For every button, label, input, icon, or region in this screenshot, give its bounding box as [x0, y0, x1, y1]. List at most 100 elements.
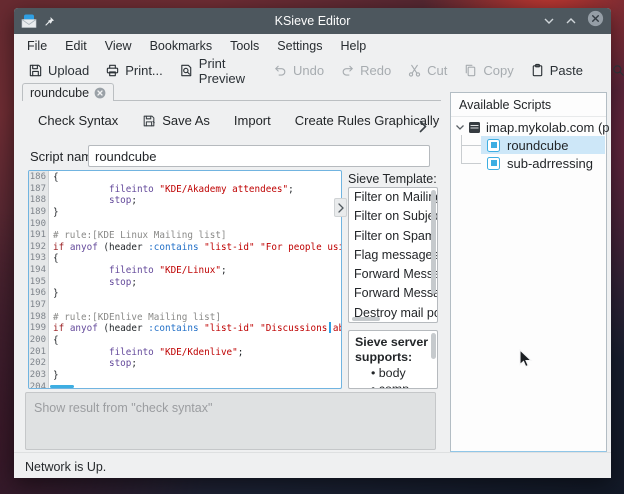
minimize-button[interactable]: [543, 12, 555, 30]
code-line: {: [53, 172, 341, 184]
code-segment: ;: [131, 277, 137, 288]
code-segment: # rule:[KDEnlive Mailing list]: [53, 312, 221, 323]
available-scripts-panel: Available Scripts imap.mykolab.com (pbro…: [450, 92, 607, 452]
script-toolbar: Check SyntaxSave AsImportCreate Rules Gr…: [28, 109, 449, 132]
tab-close-icon[interactable]: [94, 87, 106, 99]
redo-button: Redo: [332, 60, 399, 81]
template-item[interactable]: Filter on Mailing List: [349, 188, 437, 207]
code-line: # rule:[KDE Linux Mailing list]: [53, 230, 341, 242]
find-button[interactable]: Find...: [603, 60, 624, 81]
editor-horizontal-scrollbar[interactable]: [50, 385, 74, 388]
code-segment: }: [53, 370, 59, 381]
code-segment: }: [53, 207, 59, 218]
line-number: 204: [29, 382, 46, 389]
template-item[interactable]: Flag messages: [349, 246, 437, 265]
mouse-cursor: [519, 349, 533, 374]
sieve-template-list[interactable]: Filter on Mailing ListFilter on SubjectF…: [348, 187, 438, 323]
line-number: 202: [29, 358, 46, 370]
code-segment: [53, 265, 109, 276]
cut-button: Cut: [399, 60, 455, 81]
toolbar-button-label: Print...: [125, 63, 163, 78]
server-label: imap.mykolab.com (pbro…: [486, 120, 610, 135]
code-segment: [53, 347, 109, 358]
splitter-collapse-button[interactable]: [334, 198, 347, 217]
line-number: 191: [29, 230, 46, 242]
code-line: [53, 382, 341, 388]
server-icon: [468, 121, 481, 134]
code-segment: {: [53, 335, 59, 346]
code-segment: ;: [288, 184, 294, 195]
network-status-text: Network is Up.: [25, 460, 106, 474]
code-line: }: [53, 288, 341, 300]
sieve-code-editor[interactable]: 1861871881891901911921931941951961971981…: [28, 170, 342, 389]
line-number: 188: [29, 195, 46, 207]
import-button[interactable]: Import: [224, 109, 281, 132]
menu-file[interactable]: File: [18, 36, 56, 56]
text-caret: [329, 322, 331, 333]
toolbar-overflow-button[interactable]: [414, 117, 432, 135]
code-segment: :contains: [148, 323, 198, 334]
menu-help[interactable]: Help: [331, 36, 375, 56]
code-segment: fileinto: [109, 347, 154, 358]
paste-button[interactable]: Paste: [522, 60, 591, 81]
template-item[interactable]: Filter on Subject: [349, 207, 437, 226]
code-segment: ;: [221, 265, 227, 276]
cut-icon: [407, 63, 422, 78]
code-segment: ;: [238, 347, 244, 358]
code-line: # rule:[KDEnlive Mailing list]: [53, 312, 341, 324]
capabilities-title: Sieve server supports:: [355, 335, 431, 365]
find-icon: [611, 63, 624, 78]
tree-row-script-sub-adrressing[interactable]: sub-adrressing: [451, 154, 624, 172]
upload-icon: [28, 63, 43, 78]
code-segment: :contains: [148, 242, 198, 253]
titlebar[interactable]: KSieve Editor: [14, 8, 611, 34]
tab-roundcube[interactable]: roundcube: [22, 83, 114, 101]
sieve-capabilities-box: Sieve server supports: • body• comp: [348, 330, 438, 389]
template-item[interactable]: Filter on Spam: [349, 227, 437, 246]
code-line: [53, 300, 341, 312]
editor-code-area[interactable]: { fileinto "KDE/Akademy attendees"; stop…: [49, 171, 341, 388]
check-syntax-button[interactable]: Check Syntax: [28, 109, 128, 132]
menu-edit[interactable]: Edit: [56, 36, 96, 56]
print-button[interactable]: Print...: [97, 60, 171, 81]
tree-row-server[interactable]: imap.mykolab.com (pbro…: [451, 118, 610, 136]
code-line: fileinto "KDE/Linux";: [53, 265, 341, 277]
menu-settings[interactable]: Settings: [268, 36, 331, 56]
close-button[interactable]: [587, 10, 604, 32]
code-segment: anyof: [70, 323, 98, 334]
save-as-button[interactable]: Save As: [132, 109, 220, 132]
expand-chevron-icon[interactable]: [455, 124, 465, 131]
template-item[interactable]: Forward Message: [349, 265, 437, 284]
toolbar-button-label: Copy: [483, 63, 513, 78]
script-label: sub-adrressing: [507, 156, 593, 171]
toolbar-button-label: Redo: [360, 63, 391, 78]
script-checkbox-icon[interactable]: [487, 139, 500, 152]
line-number: 186: [29, 172, 46, 184]
capabilities-vscrollbar[interactable]: [431, 333, 436, 359]
script-checkbox-icon[interactable]: [487, 157, 500, 170]
line-number: 198: [29, 312, 46, 324]
template-item[interactable]: Forward Message: [349, 284, 437, 303]
code-segment: [53, 277, 109, 288]
template-list-hscrollbar[interactable]: [352, 317, 380, 321]
tree-row-script-roundcube[interactable]: roundcube: [451, 136, 624, 154]
print-preview-button[interactable]: Print Preview: [171, 53, 253, 89]
capability-item: • comp: [371, 381, 431, 389]
line-number: 200: [29, 335, 46, 347]
toolbar-button-label: Print Preview: [199, 56, 245, 86]
code-line: fileinto "KDE/Kdenlive";: [53, 347, 341, 359]
template-list-vscrollbar[interactable]: [431, 190, 436, 294]
maximize-button[interactable]: [565, 12, 577, 30]
menu-view[interactable]: View: [96, 36, 141, 56]
script-name-input[interactable]: [88, 145, 430, 167]
paste-icon: [530, 63, 545, 78]
code-segment: "KDE/Akademy attendees": [159, 184, 288, 195]
code-segment: stop: [109, 358, 131, 369]
code-line: {: [53, 335, 341, 347]
upload-button[interactable]: Upload: [20, 60, 97, 81]
code-segment: stop: [109, 277, 131, 288]
code-segment: stop: [109, 195, 131, 206]
code-segment: ;: [131, 195, 137, 206]
code-segment: [53, 184, 109, 195]
code-segment: [53, 358, 109, 369]
